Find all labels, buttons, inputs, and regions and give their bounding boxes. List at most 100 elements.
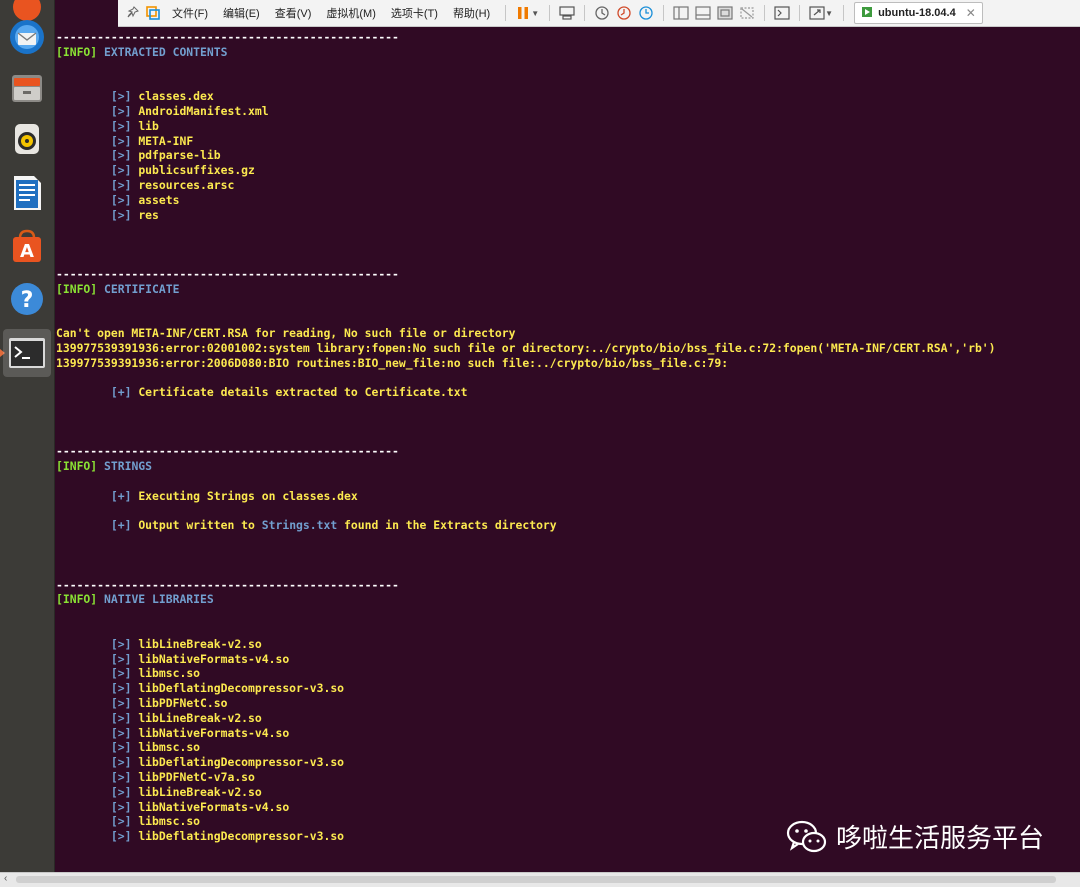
list-item: [>] libDeflatingDecompressor-v3.so [56, 755, 344, 770]
strings-output-prefix: Output written to [138, 518, 262, 533]
divider-line: ----------------------------------------… [56, 266, 399, 281]
snapshot-manager-icon[interactable] [635, 3, 657, 23]
section-header: [INFO] STRINGS [56, 459, 152, 474]
native-library-item: libNativeFormats-v4.so [138, 725, 290, 740]
chevron-down-icon[interactable]: ▼ [825, 9, 833, 18]
section-header: [INFO] CERTIFICATE [56, 282, 179, 297]
bullet: [>] [110, 192, 132, 207]
console-view-icon[interactable] [771, 3, 793, 23]
bullet: [>] [110, 814, 132, 829]
bullet: [>] [110, 163, 132, 178]
vm-running-icon [861, 6, 873, 21]
native-library-item: libNativeFormats-v4.so [138, 651, 290, 666]
extracted-item: pdfparse-lib [138, 148, 221, 163]
native-library-item: libPDFNetC.so [138, 696, 228, 710]
menu-edit[interactable]: 编辑(E) [217, 5, 269, 21]
divider-line: ----------------------------------------… [56, 577, 399, 592]
bullet: [>] [110, 696, 132, 710]
certificate-result: Certificate details extracted to Certifi… [138, 385, 468, 400]
result-line: [+] Output written to Strings.txt found … [56, 518, 557, 533]
section-header: [INFO] EXTRACTED CONTENTS [56, 45, 227, 60]
bullet: [>] [110, 784, 132, 799]
bullet: [>] [110, 133, 132, 148]
divider-line: ----------------------------------------… [56, 30, 399, 45]
list-item: [>] libNativeFormats-v4.so [56, 800, 289, 815]
bullet: [>] [110, 710, 132, 725]
info-tag: [INFO] [56, 44, 98, 59]
horizontal-scrollbar[interactable]: ‹ [0, 872, 1080, 887]
vm-tab-ubuntu[interactable]: ubuntu-18.04.4 ✕ [854, 2, 983, 24]
section-title: CERTIFICATE [104, 281, 180, 296]
close-icon[interactable]: ✕ [966, 6, 976, 20]
native-library-item: libDeflatingDecompressor-v3.so [138, 829, 345, 844]
menu-view[interactable]: 查看(V) [269, 5, 321, 21]
bullet: [>] [110, 755, 132, 770]
list-item: [>] libDeflatingDecompressor-v3.so [56, 829, 344, 844]
svg-text:?: ? [21, 288, 34, 313]
native-library-item: libLineBreak-v2.so [138, 710, 262, 725]
libreoffice-writer-icon[interactable] [6, 172, 48, 214]
bullet: [+] [110, 518, 132, 533]
list-item: [>] publicsuffixes.gz [56, 163, 255, 178]
divider-line: ----------------------------------------… [56, 267, 399, 282]
unity-mode-icon[interactable] [736, 3, 758, 23]
bullet: [>] [110, 725, 132, 740]
list-item: [>] META-INF [56, 134, 193, 149]
info-tag: [INFO] [56, 592, 98, 607]
info-tag: [INFO] [56, 281, 98, 296]
menu-help[interactable]: 帮助(H) [447, 5, 499, 21]
revert-snapshot-icon[interactable] [613, 3, 635, 23]
native-library-item: libmsc.so [138, 666, 201, 681]
files-icon[interactable] [6, 67, 48, 109]
bullet: [>] [110, 829, 132, 844]
extracted-item: AndroidManifest.xml [138, 104, 269, 118]
result-line: [+] Executing Strings on classes.dex [56, 489, 358, 504]
menu-tabs[interactable]: 选项卡(T) [385, 5, 447, 21]
extracted-item: classes.dex [138, 89, 214, 104]
thunderbird-icon[interactable] [6, 16, 48, 58]
divider-line: ----------------------------------------… [56, 444, 399, 459]
list-item: [>] resources.arsc [56, 178, 234, 193]
list-item: [>] libDeflatingDecompressor-v3.so [56, 681, 344, 696]
toolbar-divider [549, 5, 551, 21]
toolbar-divider [663, 5, 665, 21]
watermark-text: 哆啦生活服务平台 [835, 824, 1044, 854]
chevron-down-icon[interactable]: ▼ [531, 9, 539, 18]
rhythmbox-icon[interactable] [6, 118, 48, 160]
info-tag: [INFO] [56, 459, 98, 474]
bullet: [>] [110, 178, 132, 192]
error-message: Can't open META-INF/CERT.RSA for reading… [56, 326, 516, 340]
terminal-output[interactable]: ----------------------------------------… [56, 30, 1080, 872]
wechat-logo-icon [786, 820, 827, 852]
list-item: [>] AndroidManifest.xml [56, 104, 269, 119]
list-item: [>] classes.dex [56, 89, 214, 104]
scrollbar-thumb[interactable] [16, 876, 1056, 883]
divider-line: ----------------------------------------… [56, 444, 399, 459]
pin-icon[interactable] [124, 5, 142, 21]
menu-vm[interactable]: 虚拟机(M) [320, 5, 385, 21]
strings-output-file: Strings.txt [261, 518, 338, 533]
native-library-item: libLineBreak-v2.so [138, 636, 262, 651]
show-library-icon[interactable] [670, 3, 692, 23]
fullscreen-icon[interactable] [714, 3, 736, 23]
software-center-icon[interactable]: A [6, 225, 48, 267]
toolbar-divider [764, 5, 766, 21]
menu-file[interactable]: 文件(F) [166, 5, 217, 21]
native-library-item: libDeflatingDecompressor-v3.so [138, 681, 345, 696]
terminal-icon[interactable] [3, 329, 51, 377]
bullet: [+] [110, 488, 132, 503]
bullet: [>] [110, 207, 132, 222]
native-library-item: libmsc.so [138, 740, 201, 755]
snapshot-icon[interactable] [591, 3, 613, 23]
extracted-item: lib [138, 118, 159, 133]
watermark: 哆啦生活服务平台 [786, 818, 1044, 855]
native-library-item: libDeflatingDecompressor-v3.so [138, 755, 345, 770]
strings-executing: Executing Strings on classes.dex [138, 488, 358, 503]
list-item: [>] libLineBreak-v2.so [56, 711, 262, 726]
help-icon[interactable]: ? [6, 278, 48, 320]
thumbnail-bar-icon[interactable] [692, 3, 714, 23]
bullet: [>] [110, 666, 132, 681]
send-ctrl-alt-del-icon[interactable] [556, 3, 578, 23]
list-item: [>] libmsc.so [56, 740, 200, 755]
scroll-left-icon[interactable]: ‹ [4, 873, 7, 884]
